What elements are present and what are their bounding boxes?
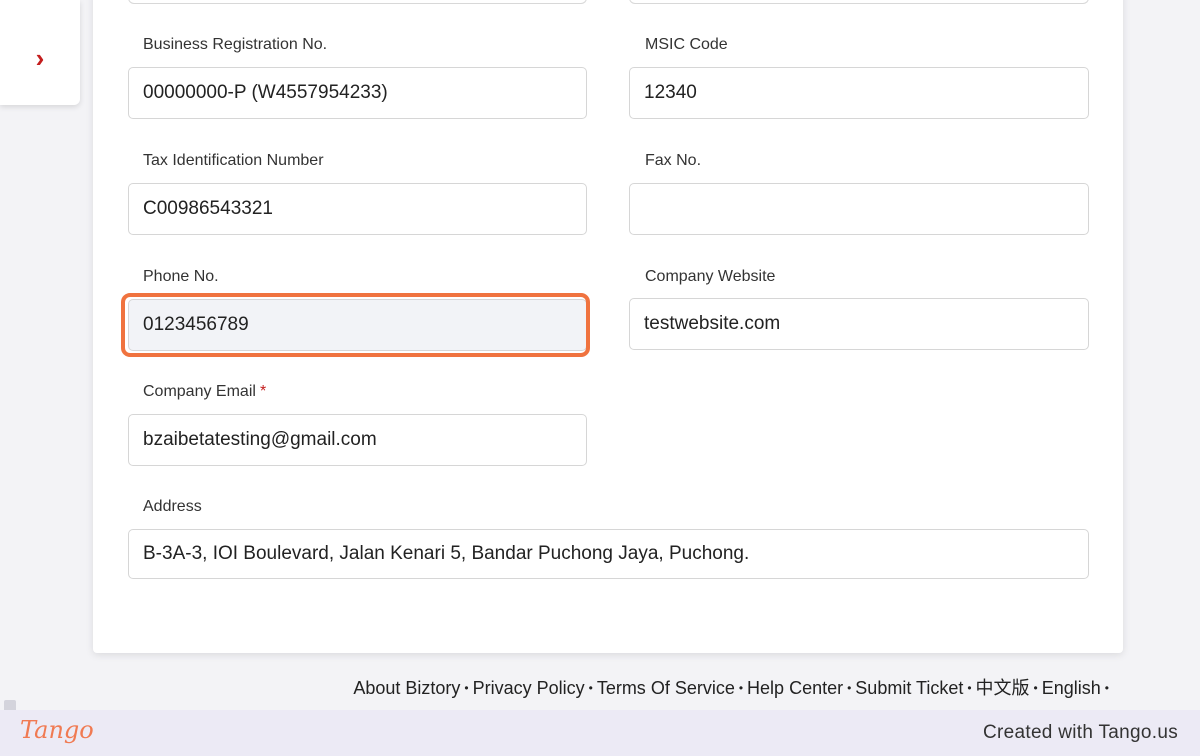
footer-separator: • xyxy=(1104,681,1109,695)
tango-credit: Created with Tango.us xyxy=(982,722,1178,743)
address-label: Address xyxy=(143,498,202,515)
business-registration-input[interactable] xyxy=(128,67,587,119)
msic-code-label: MSIC Code xyxy=(645,36,728,53)
msic-code-input[interactable] xyxy=(629,67,1089,119)
footer-separator: • xyxy=(738,681,744,695)
footer-separator: • xyxy=(588,681,593,695)
footer-link-chinese[interactable]: 中文版 xyxy=(976,678,1030,698)
footer-link-submit-ticket[interactable]: Submit Ticket xyxy=(855,678,963,698)
email-input[interactable] xyxy=(128,414,587,466)
email-label-text: Company Email xyxy=(143,383,256,400)
footer-separator: • xyxy=(847,681,852,695)
previous-field-input-right[interactable] xyxy=(629,0,1089,4)
footer-links: About Biztory • Privacy Policy • Terms Of Se… xyxy=(353,674,1113,700)
footer-separator: • xyxy=(1033,681,1038,695)
tax-id-input[interactable] xyxy=(128,183,587,235)
footer-separator: • xyxy=(464,681,469,695)
required-asterisk: * xyxy=(259,383,267,400)
phone-input[interactable] xyxy=(128,299,587,351)
website-input[interactable] xyxy=(629,298,1089,350)
footer-separator: • xyxy=(967,681,972,695)
fax-input[interactable] xyxy=(629,183,1089,235)
footer-link-about[interactable]: About Biztory xyxy=(353,678,460,698)
phone-label: Phone No. xyxy=(143,268,219,285)
chevron-right-icon: › xyxy=(35,42,45,73)
email-label: Company Email * xyxy=(143,383,266,401)
footer-link-help[interactable]: Help Center xyxy=(747,678,843,698)
tango-logo: Tango xyxy=(20,716,94,744)
fax-label: Fax No. xyxy=(645,152,702,169)
tax-id-label: Tax Identification Number xyxy=(143,152,324,169)
business-registration-label: Business Registration No. xyxy=(143,36,328,53)
tango-watermark-bar: Tango Created with Tango.us xyxy=(0,710,1200,756)
previous-field-input-left[interactable] xyxy=(128,0,587,4)
footer-link-english[interactable]: English xyxy=(1042,678,1101,698)
sidebar-toggle-button[interactable]: › xyxy=(0,0,80,105)
website-label: Company Website xyxy=(645,268,776,285)
footer-link-privacy[interactable]: Privacy Policy xyxy=(473,678,585,698)
address-input[interactable] xyxy=(128,529,1089,579)
footer-link-terms[interactable]: Terms Of Service xyxy=(597,678,735,698)
